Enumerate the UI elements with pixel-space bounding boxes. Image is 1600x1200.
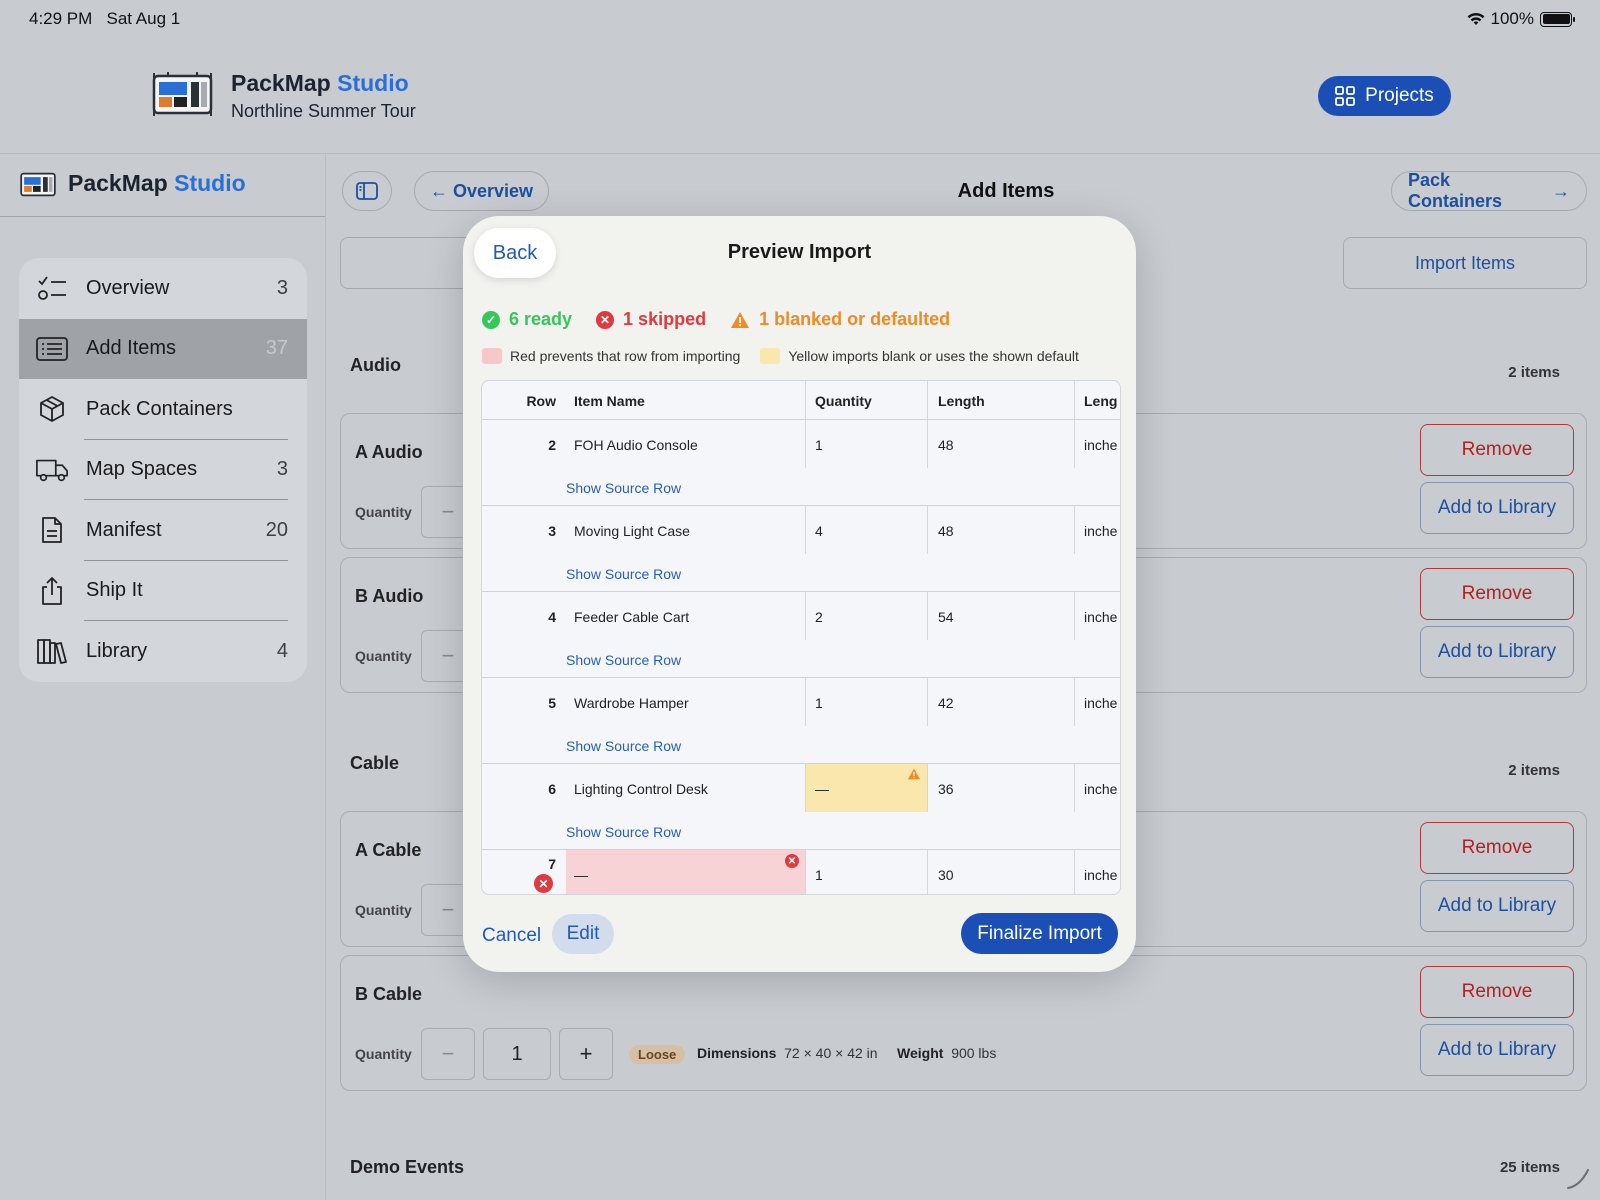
sidebar-toggle-icon xyxy=(356,182,378,200)
arrow-right-icon: → xyxy=(1546,180,1570,201)
show-source-row-link[interactable]: Show Source Row xyxy=(566,652,681,668)
status-right: 100% xyxy=(1467,9,1575,29)
arrow-left-icon: ← xyxy=(429,180,453,201)
page-title: Add Items xyxy=(957,180,1055,202)
overview-back-button[interactable]: ← Overview xyxy=(414,171,549,211)
cancel-button[interactable]: Cancel xyxy=(482,925,541,947)
add-to-library-button[interactable]: Add to Library xyxy=(1420,626,1574,678)
checklist-icon xyxy=(35,273,69,303)
show-source-row-link[interactable]: Show Source Row xyxy=(566,824,681,840)
app-header: PackMap Studio Northline Summer Tour Pro… xyxy=(0,40,1600,154)
col-header: Length xyxy=(938,393,985,409)
sidebar-item-pack-containers[interactable]: Pack Containers xyxy=(19,379,307,440)
warning-icon xyxy=(731,311,750,328)
section-title: Audio xyxy=(350,355,401,375)
packmap-logo-icon xyxy=(20,172,56,197)
list-icon xyxy=(35,334,69,364)
table-row: 7 ✕ — ✕ 1 30 inche xyxy=(482,850,1120,894)
edit-button[interactable]: Edit xyxy=(552,914,614,954)
preview-import-modal: Back Preview Import ✓ 6 ready ✕ 1 skippe… xyxy=(463,216,1136,972)
sidebar-item-map-spaces[interactable]: Map Spaces 3 xyxy=(19,440,307,501)
weight-text: Weight 900 lbs xyxy=(897,1045,997,1061)
import-summary: ✓ 6 ready ✕ 1 skipped 1 blanked or defau… xyxy=(482,309,974,330)
show-source-row-link[interactable]: Show Source Row xyxy=(566,738,681,754)
import-preview-table[interactable]: Row Item Name Quantity Length Leng 2 FOH… xyxy=(481,380,1121,895)
table-row: 2 FOH Audio Console 1 48 inche Show Sour… xyxy=(482,420,1120,506)
status-time: 4:29 PM Sat Aug 1 xyxy=(29,9,181,28)
col-header: Leng xyxy=(1084,393,1118,409)
status-badge: Loose xyxy=(629,1045,686,1064)
dimensions-text: Dimensions 72 × 40 × 42 in xyxy=(697,1045,878,1061)
table-row: 4 Feeder Cable Cart 2 54 inche Show Sour… xyxy=(482,592,1120,678)
table-row: 3 Moving Light Case 4 48 inche Show Sour… xyxy=(482,506,1120,592)
battery-icon xyxy=(1540,11,1575,27)
sidebar-item-ship-it[interactable]: Ship It xyxy=(19,561,307,622)
color-legend: Red prevents that row from importing Yel… xyxy=(482,348,1079,364)
section-title: Demo Events xyxy=(350,1157,465,1177)
document-icon xyxy=(35,515,69,545)
toggle-sidebar-button[interactable] xyxy=(342,171,392,211)
modal-title: Preview Import xyxy=(727,241,872,263)
section-count: 25 items xyxy=(1499,1159,1560,1176)
col-header: Item Name xyxy=(574,393,645,409)
sidebar-item-overview[interactable]: Overview 3 xyxy=(19,258,307,319)
decrement-button[interactable]: − xyxy=(421,1028,475,1080)
show-source-row-link[interactable]: Show Source Row xyxy=(566,566,681,582)
remove-button[interactable]: Remove xyxy=(1420,424,1574,476)
brand-title: PackMap Studio xyxy=(231,70,409,96)
checkmark-icon: ✓ xyxy=(482,310,500,329)
books-icon xyxy=(35,636,69,666)
section-count: 2 items xyxy=(1508,762,1560,779)
project-subtitle: Northline Summer Tour xyxy=(231,101,416,121)
section-title: Cable xyxy=(350,753,400,773)
sidebar-item-library[interactable]: Library 4 xyxy=(19,621,307,682)
scroll-indicator-icon xyxy=(1567,1169,1589,1189)
red-swatch xyxy=(482,348,502,364)
col-header: Quantity xyxy=(815,393,872,409)
show-source-row-link[interactable]: Show Source Row xyxy=(566,480,681,496)
packmap-logo-icon xyxy=(152,72,213,116)
grid-icon xyxy=(1335,86,1356,106)
skipped-summary: ✕ 1 skipped xyxy=(596,309,706,330)
sidebar-brand: PackMap Studio xyxy=(68,170,246,196)
projects-button[interactable]: Projects xyxy=(1318,76,1451,116)
cell-error-icon: ✕ xyxy=(785,854,799,868)
sidebar-header: PackMap Studio xyxy=(0,155,325,217)
row-error-icon: ✕ xyxy=(534,874,553,893)
table-row: 6 Lighting Control Desk — 36 inche Show … xyxy=(482,764,1120,850)
finalize-import-button[interactable]: Finalize Import xyxy=(961,913,1118,954)
table-header: Row Item Name Quantity Length Leng xyxy=(482,381,1120,420)
remove-button[interactable]: Remove xyxy=(1420,568,1574,620)
battery-percent: 100% xyxy=(1490,9,1534,28)
tab-import-items[interactable]: Import Items xyxy=(1343,237,1587,289)
warning-icon xyxy=(908,768,920,780)
sidebar: PackMap Studio Overview 3 Add Items 37 P… xyxy=(0,155,326,1200)
table-row: 5 Wardrobe Hamper 1 42 inche Show Source… xyxy=(482,678,1120,764)
share-icon xyxy=(35,576,69,606)
blanked-summary: 1 blanked or defaulted xyxy=(730,309,950,330)
status-bar: 4:29 PM Sat Aug 1 100% xyxy=(0,0,1600,40)
sidebar-nav: Overview 3 Add Items 37 Pack Containers … xyxy=(19,258,307,682)
remove-button[interactable]: Remove xyxy=(1420,966,1574,1018)
col-header: Row xyxy=(526,393,556,409)
yellow-swatch xyxy=(760,348,781,364)
sidebar-item-add-items[interactable]: Add Items 37 xyxy=(19,318,307,379)
sidebar-item-manifest[interactable]: Manifest 20 xyxy=(19,500,307,561)
add-to-library-button[interactable]: Add to Library xyxy=(1420,482,1574,534)
error-cell xyxy=(566,850,805,894)
section-count: 2 items xyxy=(1508,364,1560,381)
box-icon xyxy=(35,394,69,424)
add-to-library-button[interactable]: Add to Library xyxy=(1420,880,1574,932)
increment-button[interactable]: + xyxy=(559,1028,613,1080)
truck-icon xyxy=(35,455,69,485)
remove-button[interactable]: Remove xyxy=(1420,822,1574,874)
ready-summary: ✓ 6 ready xyxy=(482,309,572,330)
add-to-library-button[interactable]: Add to Library xyxy=(1420,1024,1574,1076)
wifi-icon xyxy=(1467,12,1484,25)
item-card: B Cable Quantity − 1 + Loose Dimensions … xyxy=(340,955,1587,1091)
quantity-field[interactable]: 1 xyxy=(483,1028,551,1080)
error-icon: ✕ xyxy=(596,310,615,329)
pack-containers-next-button[interactable]: Pack Containers → xyxy=(1391,170,1587,211)
